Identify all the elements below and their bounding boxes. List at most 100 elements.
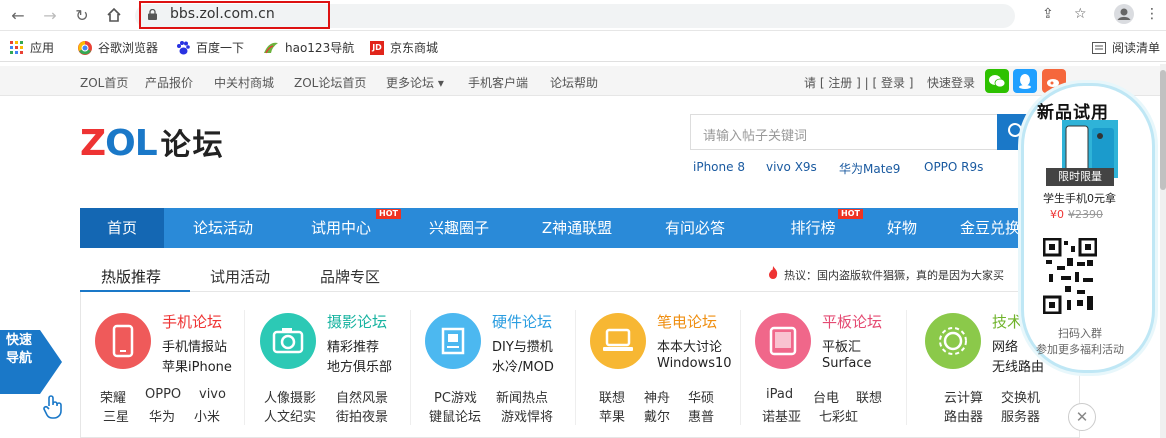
brand-link[interactable]: 三星 (103, 406, 129, 425)
back-arrow-icon[interactable]: ← (8, 5, 28, 25)
toplink-zol-home[interactable]: ZOL首页 (80, 74, 128, 91)
laptop-forum-icon[interactable] (590, 313, 646, 369)
tab-trial-events[interactable]: 试用活动 (210, 266, 270, 287)
scrollbar-thumb[interactable] (1160, 70, 1166, 190)
brand-link[interactable]: 联想 (856, 387, 882, 406)
hot-discussion-ticker[interactable]: 热议：国内盗版软件猖獗，真的是因为大家买 (784, 267, 1046, 283)
forward-arrow-icon[interactable]: → (40, 5, 60, 25)
category-title-hardware[interactable]: 硬件论坛 (492, 311, 552, 332)
reading-list[interactable]: 阅读清单 (1092, 39, 1160, 56)
close-widget-button[interactable]: ✕ (1068, 403, 1096, 431)
category-title-tablet[interactable]: 平板论坛 (822, 311, 882, 332)
category-title-laptop[interactable]: 笔电论坛 (657, 311, 717, 332)
hot-keyword-mate9[interactable]: 华为Mate9 (839, 160, 900, 177)
toplink-more-forums[interactable]: 更多论坛 ▾ (386, 74, 444, 91)
category-desc[interactable]: 精彩推荐 (327, 336, 379, 355)
hot-keyword-vivo[interactable]: vivo X9s (766, 160, 817, 174)
hand-pointer-icon[interactable] (40, 394, 66, 423)
brand-link[interactable]: 小米 (194, 406, 220, 425)
topic-link[interactable]: 自然风景 (336, 387, 388, 406)
topic-link[interactable]: 游戏悍将 (501, 406, 553, 425)
nav-interest-circles[interactable]: 兴趣圈子 (400, 208, 518, 248)
toplink-price[interactable]: 产品报价 (145, 74, 193, 91)
nav-home[interactable]: 首页 (80, 208, 164, 248)
category-desc[interactable]: Windows10 (657, 356, 732, 371)
category-desc[interactable]: 地方俱乐部 (327, 356, 392, 375)
home-icon[interactable] (104, 5, 124, 25)
brand-link[interactable]: 台电 (813, 387, 839, 406)
category-desc[interactable]: DIY与攒机 (492, 336, 553, 355)
category-desc[interactable]: 平板汇 (822, 336, 861, 355)
category-desc[interactable]: 水冷/MOD (492, 356, 554, 375)
toplink-mobile-client[interactable]: 手机客户端 (468, 74, 528, 91)
nav-events[interactable]: 论坛活动 (164, 208, 282, 248)
share-icon[interactable]: ⇪ (1042, 6, 1054, 22)
category-title-tech[interactable]: 技术 (992, 311, 1022, 332)
trial-offer-text[interactable]: 学生手机0元拿 (1043, 190, 1116, 206)
url-text[interactable]: bbs.zol.com.cn (170, 6, 275, 22)
topic-link[interactable]: 人文纪实 (264, 406, 316, 425)
category-desc[interactable]: 无线路由 (992, 356, 1044, 375)
nav-z-league[interactable]: Z神通联盟 (518, 208, 636, 248)
reading-list-icon (1092, 41, 1106, 54)
brand-link[interactable]: 荣耀 (100, 387, 126, 406)
brand-link[interactable]: 惠普 (688, 406, 714, 425)
category-title-photography[interactable]: 摄影论坛 (327, 311, 387, 332)
topic-link[interactable]: 键鼠论坛 (429, 406, 481, 425)
zol-forum-logo[interactable]: ZOL 论坛 (80, 120, 225, 164)
profile-avatar-icon[interactable] (1114, 4, 1134, 28)
bookmark-apps[interactable]: 应用 (10, 39, 54, 56)
qq-login-icon[interactable] (1013, 69, 1037, 93)
topic-link[interactable]: 服务器 (1001, 406, 1040, 425)
tab-hot-boards[interactable]: 热版推荐 (101, 266, 161, 287)
brand-link[interactable]: 戴尔 (644, 406, 670, 425)
topic-link[interactable]: 云计算 (944, 387, 983, 406)
wechat-login-icon[interactable] (985, 69, 1009, 93)
tablet-forum-icon[interactable] (755, 313, 811, 369)
brand-link[interactable]: vivo (199, 387, 226, 402)
topic-link[interactable]: 新闻热点 (496, 387, 548, 406)
bookmark-baidu[interactable]: 百度一下 (176, 39, 244, 56)
search-input[interactable]: 请输入帖子关键词 (690, 114, 1000, 150)
category-title-phone[interactable]: 手机论坛 (162, 311, 222, 332)
category-desc[interactable]: 苹果iPhone (162, 356, 232, 375)
more-menu-icon[interactable]: ⋮ (1145, 6, 1159, 22)
hot-keyword-oppo[interactable]: OPPO R9s (924, 160, 983, 174)
category-desc[interactable]: Surface (822, 356, 872, 371)
topic-link[interactable]: 交换机 (1001, 387, 1040, 406)
tech-forum-icon[interactable] (925, 313, 981, 369)
register-login-links[interactable]: 请 [ 注册 ] | [ 登录 ] (804, 74, 913, 91)
brand-link[interactable]: 华为 (149, 406, 175, 425)
topic-link[interactable]: 街拍夜景 (336, 406, 388, 425)
category-desc[interactable]: 网络 (992, 336, 1018, 355)
category-desc[interactable]: 本本大讨论 (657, 336, 722, 355)
brand-link[interactable]: 联想 (599, 387, 625, 406)
nav-goods[interactable]: 好物 (872, 208, 932, 248)
category-desc[interactable]: 手机情报站 (162, 336, 227, 355)
hot-keyword-iphone8[interactable]: iPhone 8 (693, 160, 745, 174)
brand-link[interactable]: 七彩虹 (819, 406, 858, 425)
tab-brand-zone[interactable]: 品牌专区 (320, 266, 380, 287)
brand-link[interactable]: iPad (766, 387, 793, 402)
camera-forum-icon[interactable] (260, 313, 316, 369)
bookmark-hao123[interactable]: hao123导航 (263, 39, 354, 56)
nav-qa[interactable]: 有问必答 (636, 208, 754, 248)
toplink-mall[interactable]: 中关村商城 (214, 74, 274, 91)
toplink-forum-home[interactable]: ZOL论坛首页 (294, 74, 366, 91)
bookmark-chrome[interactable]: 谷歌浏览器 (78, 39, 158, 56)
toplink-help[interactable]: 论坛帮助 (550, 74, 598, 91)
brand-link[interactable]: 苹果 (599, 406, 625, 425)
star-bookmark-icon[interactable]: ☆ (1074, 6, 1087, 22)
brand-link[interactable]: 神舟 (644, 387, 670, 406)
brand-link[interactable]: 诺基亚 (762, 406, 801, 425)
topic-link[interactable]: PC游戏 (434, 387, 477, 406)
lock-icon[interactable] (148, 9, 157, 20)
hardware-forum-icon[interactable] (425, 313, 481, 369)
topic-link[interactable]: 人像摄影 (264, 387, 316, 406)
topic-link[interactable]: 路由器 (944, 406, 983, 425)
brand-link[interactable]: OPPO (145, 387, 181, 402)
brand-link[interactable]: 华硕 (688, 387, 714, 406)
phone-forum-icon[interactable] (95, 313, 151, 369)
bookmark-jd[interactable]: JD 京东商城 (370, 39, 438, 56)
reload-icon[interactable]: ↻ (72, 5, 92, 25)
